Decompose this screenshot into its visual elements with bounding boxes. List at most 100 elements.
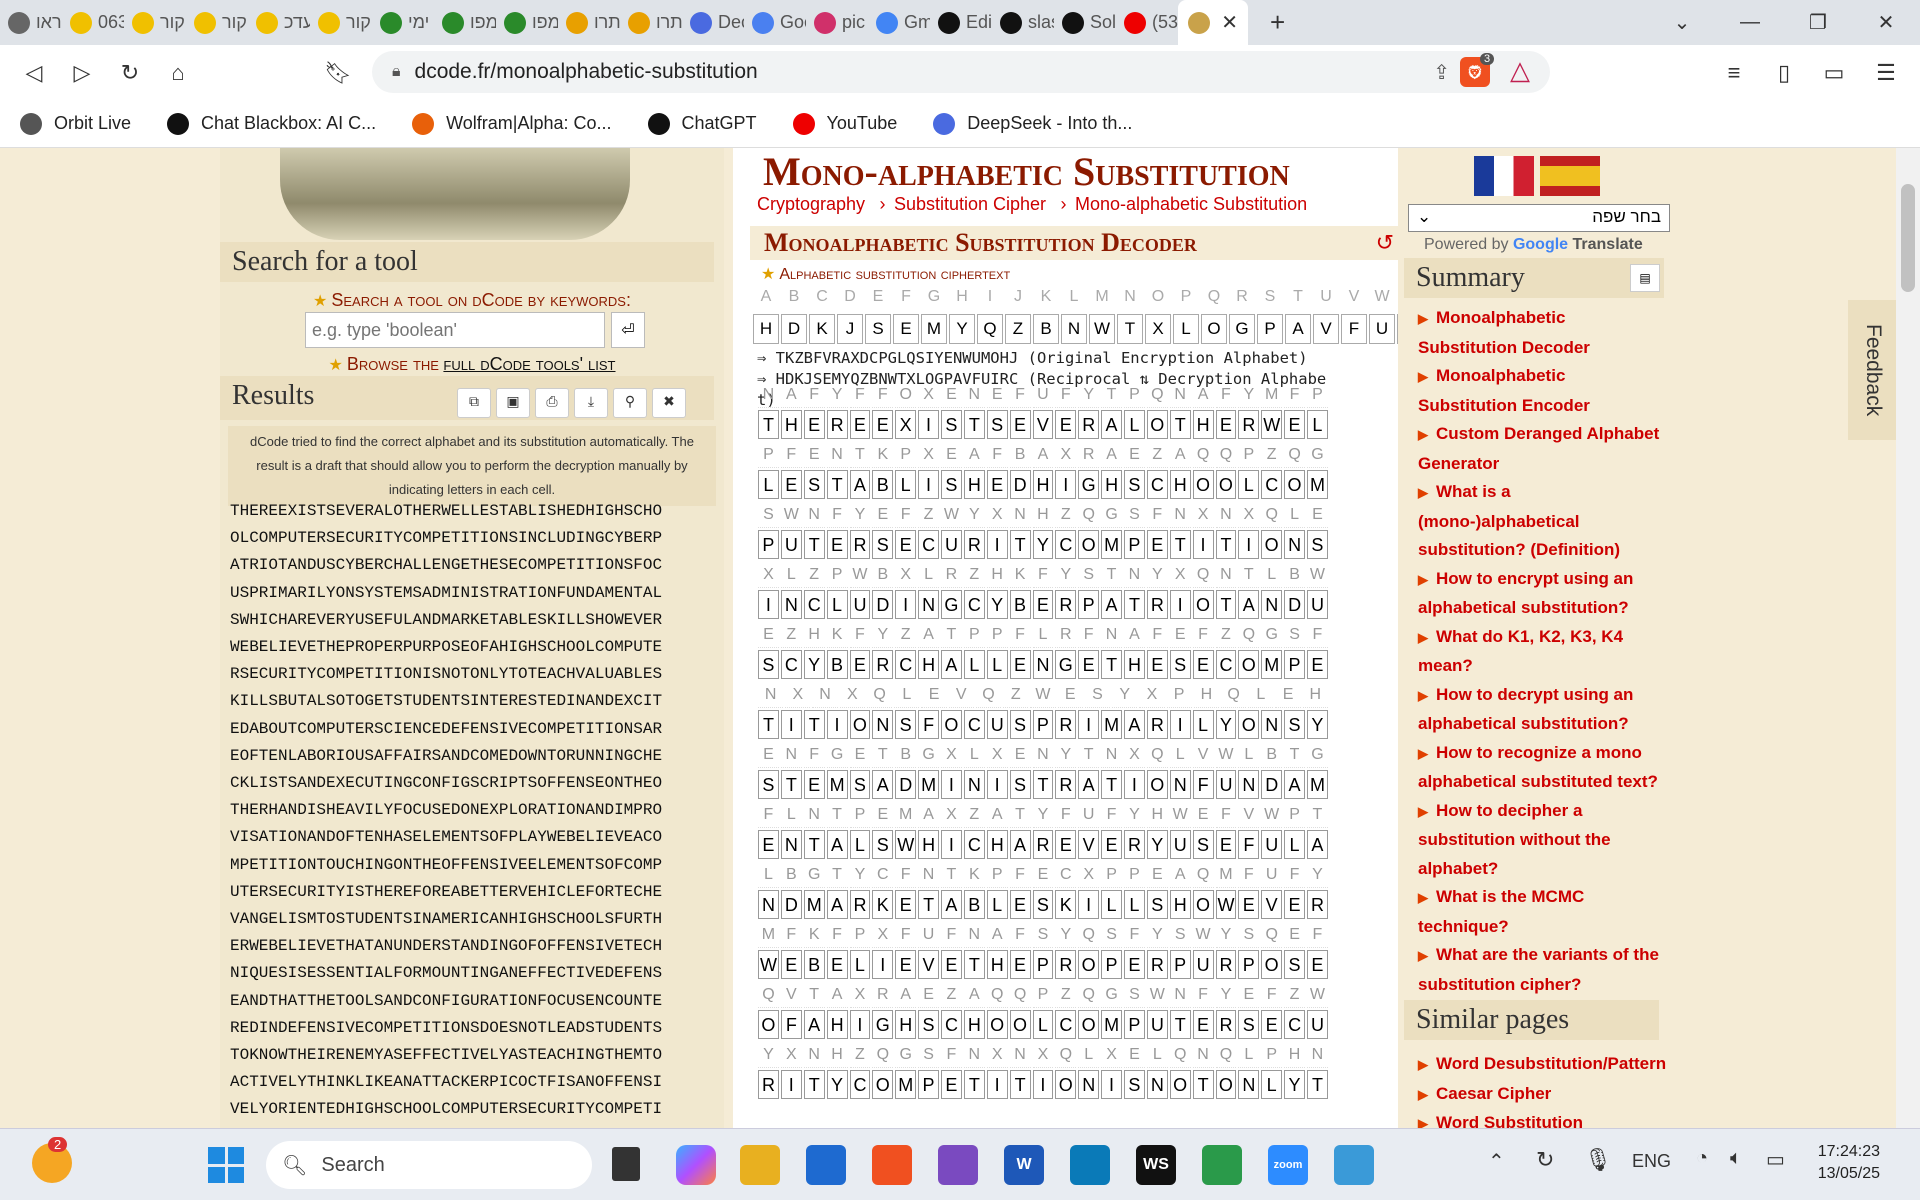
substitution-input[interactable]: G — [1229, 314, 1255, 344]
plain-cell[interactable]: L — [1284, 830, 1305, 859]
flag-es-icon[interactable] — [1540, 156, 1600, 196]
plain-cell[interactable]: C — [1146, 470, 1168, 499]
brave-rewards-icon[interactable]: △ — [1510, 55, 1530, 86]
plain-cell[interactable]: I — [895, 590, 917, 619]
substitution-input[interactable]: K — [809, 314, 835, 344]
plain-cell[interactable]: R — [1146, 950, 1168, 979]
plain-cell[interactable]: V — [918, 950, 939, 979]
search-input[interactable] — [305, 312, 605, 348]
substitution-input[interactable]: N — [1061, 314, 1087, 344]
page-scrollbar[interactable] — [1896, 148, 1920, 1128]
plain-cell[interactable]: T — [1169, 410, 1191, 439]
plain-cell[interactable]: E — [1192, 1010, 1214, 1039]
translate-link[interactable]: Translate — [1573, 236, 1643, 253]
sync-icon[interactable]: ↻ — [1536, 1147, 1554, 1173]
store-icon[interactable] — [806, 1145, 846, 1185]
plain-cell[interactable]: A — [1124, 710, 1145, 739]
reload-button[interactable]: ↻ — [106, 60, 154, 86]
plain-cell[interactable]: I — [1238, 530, 1260, 559]
browser-tab[interactable]: 063 — [62, 0, 124, 45]
plain-cell[interactable]: A — [1284, 770, 1305, 799]
plain-cell[interactable]: T — [1101, 770, 1122, 799]
plain-cell[interactable]: C — [803, 590, 825, 619]
similar-link[interactable]: ▶ Word Substitution — [1418, 1109, 1678, 1128]
copilot-icon[interactable] — [676, 1145, 716, 1185]
plain-cell[interactable]: S — [1307, 530, 1328, 559]
plain-cell[interactable]: N — [780, 830, 802, 859]
plain-cell[interactable]: E — [1124, 950, 1145, 979]
plain-cell[interactable]: V — [1032, 410, 1054, 439]
plain-cell[interactable]: M — [803, 890, 825, 919]
plain-cell[interactable]: T — [826, 470, 848, 499]
plain-cell[interactable]: M — [895, 1070, 917, 1099]
plain-cell[interactable]: W — [1215, 890, 1237, 919]
address-bar[interactable]: 🔒︎ dcode.fr/monoalphabetic-substitution … — [372, 51, 1550, 93]
plain-cell[interactable]: Y — [1284, 1070, 1305, 1099]
plain-cell[interactable]: A — [826, 890, 848, 919]
substitution-input[interactable]: D — [781, 314, 807, 344]
plain-cell[interactable]: P — [1101, 950, 1122, 979]
plain-cell[interactable]: H — [1101, 470, 1122, 499]
plain-cell[interactable]: C — [1055, 530, 1077, 559]
plain-cell[interactable]: E — [1146, 650, 1168, 679]
plain-cell[interactable]: E — [1009, 890, 1031, 919]
windows-start-icon[interactable] — [208, 1147, 244, 1183]
plain-cell[interactable]: N — [963, 770, 985, 799]
chrome-icon[interactable] — [1202, 1145, 1242, 1185]
forward-button[interactable]: ▷ — [58, 60, 106, 86]
plain-cell[interactable]: D — [872, 590, 894, 619]
tools-list-link[interactable]: full dCode tools' list — [443, 354, 615, 374]
substitution-input[interactable]: A — [1285, 314, 1311, 344]
restore-button[interactable]: ❐ — [1784, 10, 1852, 35]
plain-cell[interactable]: I — [849, 1010, 871, 1039]
copy-button[interactable]: ⧉ — [457, 388, 491, 418]
plain-cell[interactable]: M — [1261, 650, 1283, 679]
plain-cell[interactable]: T — [1124, 590, 1145, 619]
plain-cell[interactable]: T — [780, 770, 802, 799]
share-icon[interactable]: ⇪ — [1433, 60, 1450, 85]
plain-cell[interactable]: W — [758, 950, 779, 979]
plain-cell[interactable]: I — [1192, 530, 1214, 559]
bookmark-item[interactable]: Orbit Live — [20, 112, 131, 135]
plain-cell[interactable]: W — [895, 830, 917, 859]
plain-cell[interactable]: E — [1009, 950, 1031, 979]
plain-cell[interactable]: L — [849, 950, 871, 979]
plain-cell[interactable]: F — [780, 1010, 802, 1039]
bookmark-item[interactable]: Chat Blackbox: AI C... — [167, 112, 376, 135]
plain-cell[interactable]: O — [1261, 950, 1283, 979]
plain-cell[interactable]: T — [1215, 530, 1237, 559]
plain-cell[interactable]: I — [1169, 710, 1191, 739]
plain-cell[interactable]: E — [1009, 650, 1031, 679]
plain-cell[interactable]: T — [1169, 530, 1191, 559]
zoom-icon[interactable]: zoom — [1268, 1145, 1308, 1185]
plain-cell[interactable]: M — [1101, 1010, 1122, 1039]
plain-cell[interactable]: S — [1284, 950, 1305, 979]
plain-cell[interactable]: L — [895, 470, 917, 499]
plain-cell[interactable]: U — [986, 710, 1008, 739]
plain-cell[interactable]: H — [1169, 890, 1191, 919]
plain-cell[interactable]: I — [1169, 590, 1191, 619]
plain-cell[interactable]: R — [872, 650, 894, 679]
plain-cell[interactable]: P — [1124, 530, 1145, 559]
plain-cell[interactable]: N — [1169, 770, 1191, 799]
plain-cell[interactable]: I — [1078, 710, 1100, 739]
breadcrumb-item[interactable]: Mono-alphabetic Substitution — [1075, 194, 1307, 214]
tab-active[interactable]: ✕ — [1178, 0, 1248, 45]
plain-cell[interactable]: A — [1101, 410, 1122, 439]
plain-cell[interactable]: M — [918, 770, 939, 799]
plain-cell[interactable]: Y — [826, 1070, 848, 1099]
plain-cell[interactable]: O — [1284, 470, 1305, 499]
plain-cell[interactable]: I — [986, 530, 1008, 559]
substitution-input[interactable]: P — [1257, 314, 1283, 344]
plain-cell[interactable]: R — [1055, 950, 1077, 979]
plain-cell[interactable]: S — [895, 710, 917, 739]
volume-icon[interactable]: 🔈︎ — [1730, 1147, 1742, 1170]
plain-cell[interactable]: T — [758, 710, 779, 739]
plain-cell[interactable]: O — [758, 1010, 779, 1039]
similar-link[interactable]: ▶ Caesar Cipher — [1418, 1080, 1678, 1110]
plain-cell[interactable]: P — [1124, 1010, 1145, 1039]
plain-cell[interactable]: O — [1055, 1070, 1077, 1099]
plain-cell[interactable]: D — [1009, 470, 1031, 499]
pin-button[interactable]: ⚲ — [613, 388, 647, 418]
webstorm-icon[interactable]: WS — [1136, 1145, 1176, 1185]
